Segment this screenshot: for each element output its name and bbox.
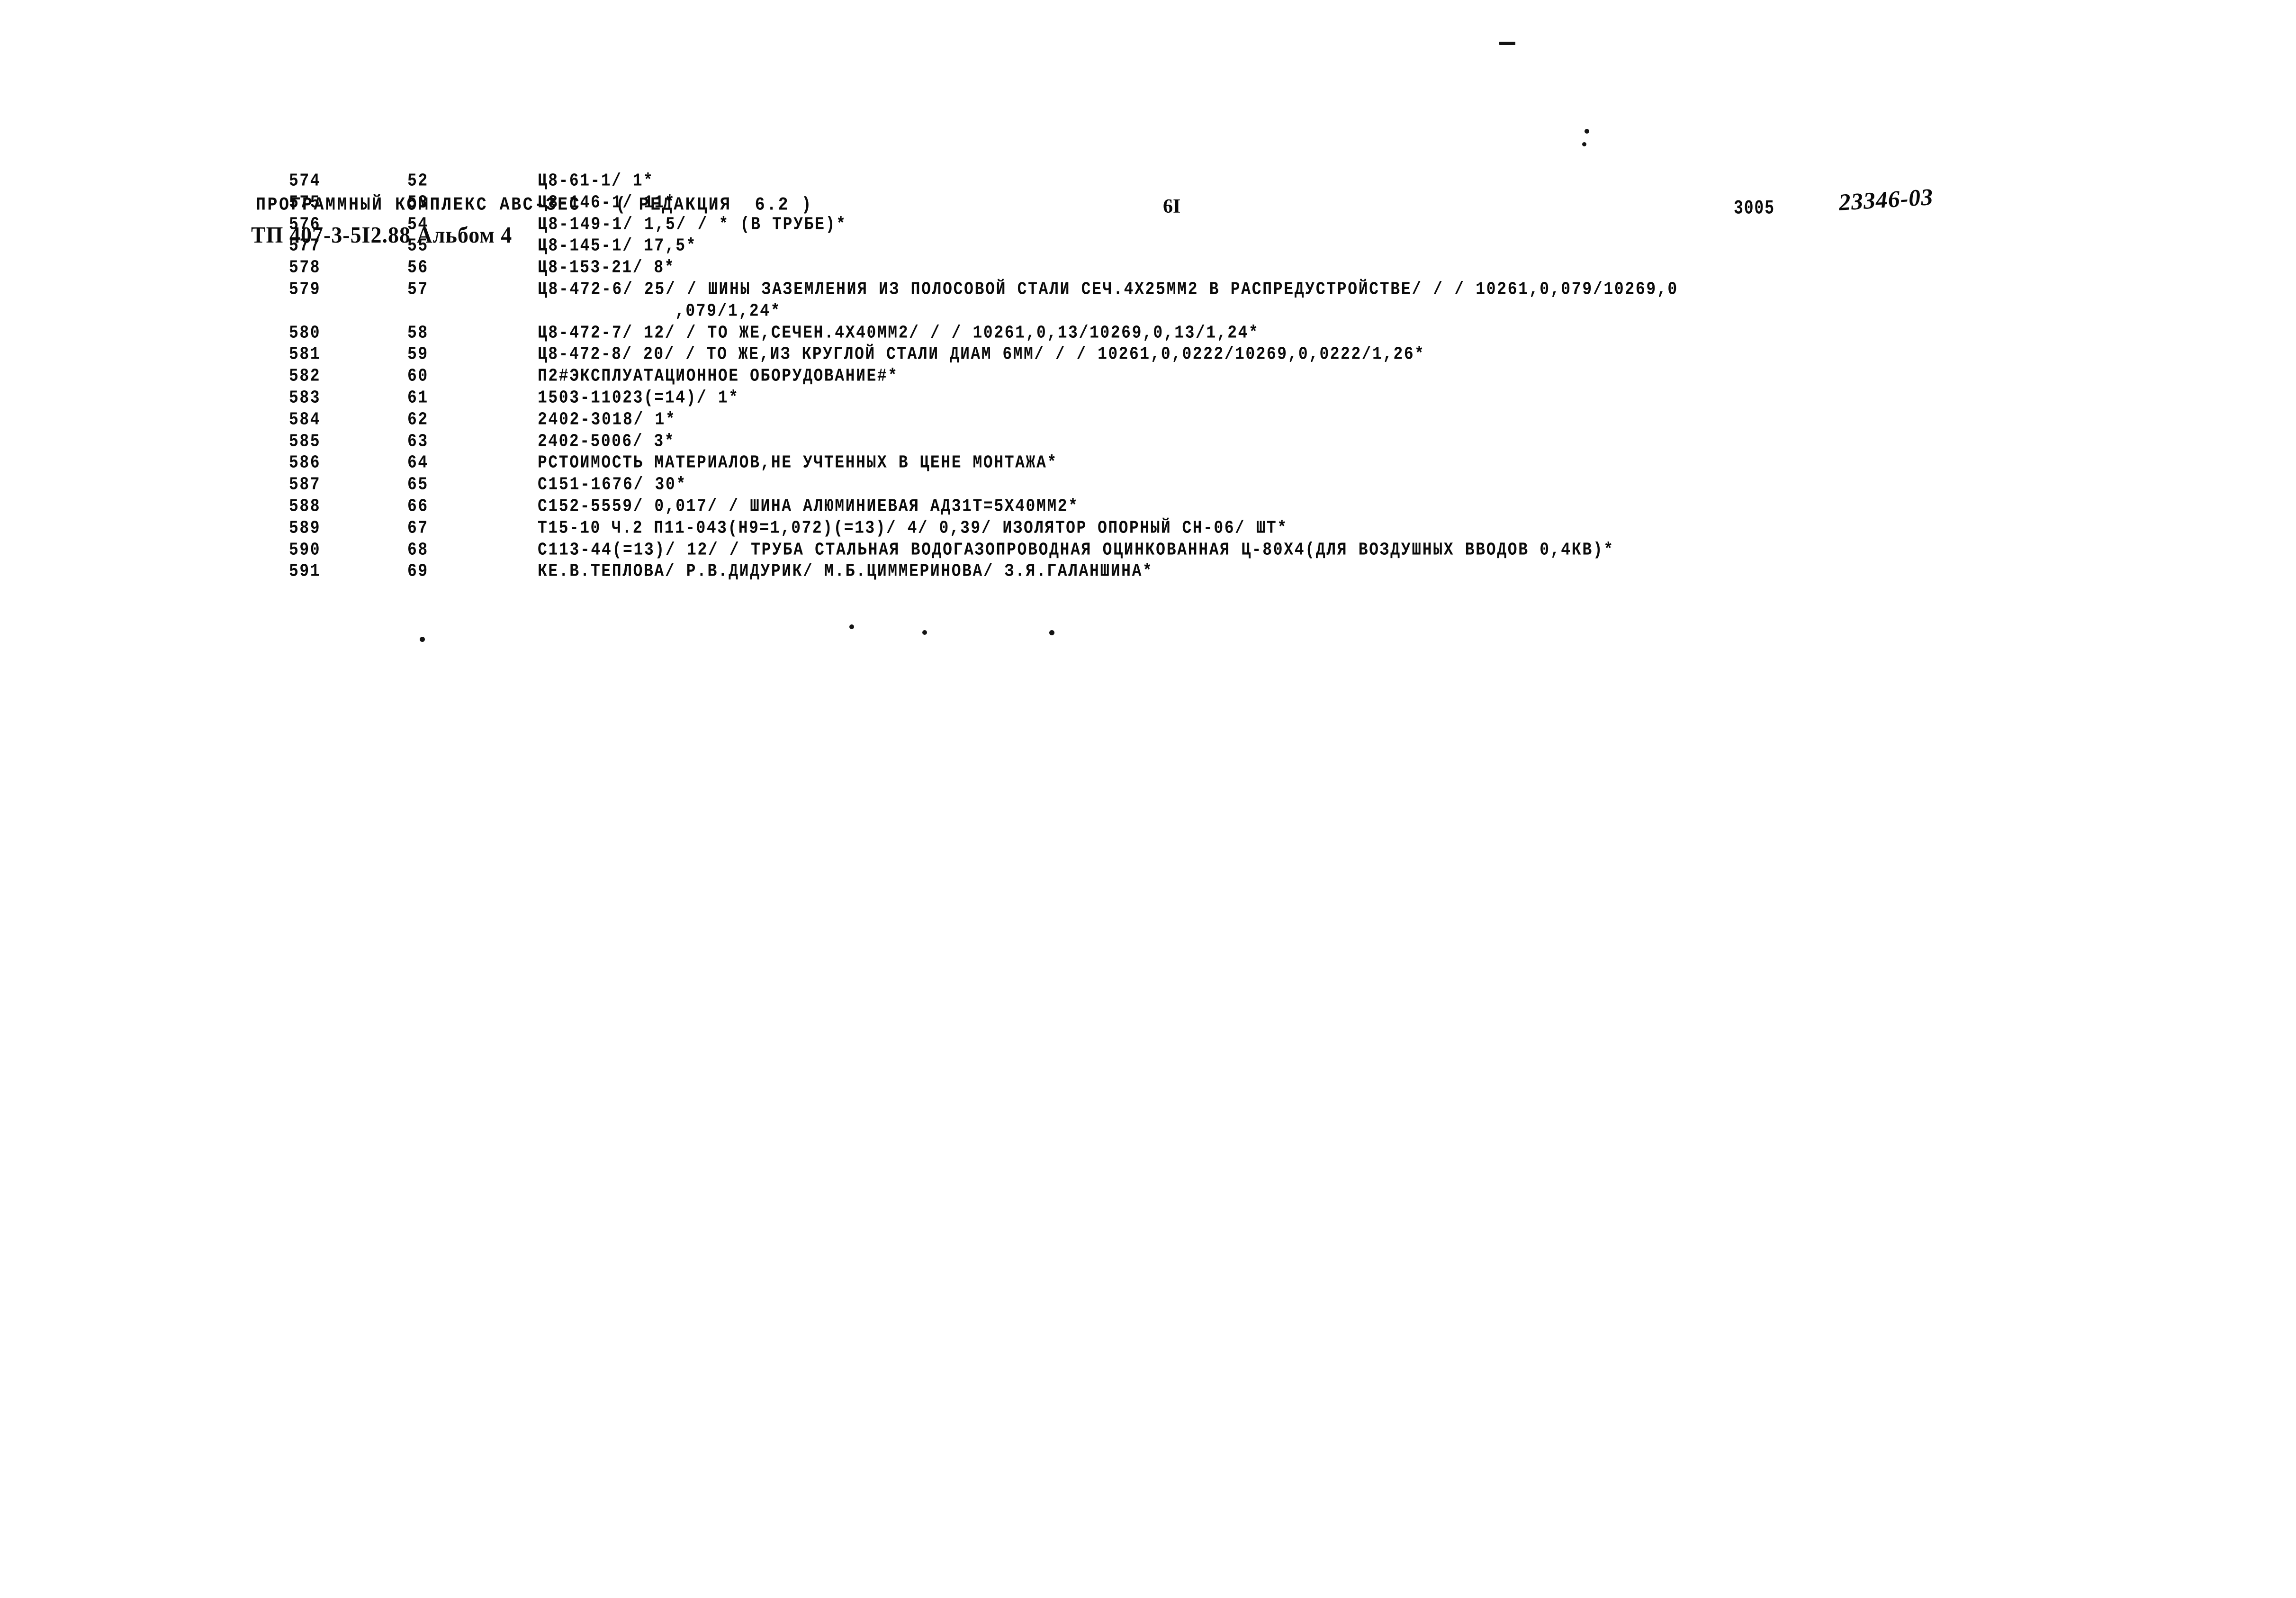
row-body: Ц8-146-1/ 11* <box>538 192 676 213</box>
row-position: 67 <box>407 517 429 538</box>
row-sequence: 575 <box>289 192 321 213</box>
row-sequence: 590 <box>289 539 321 560</box>
row-body: П2#ЭКСПЛУАТАЦИОННОЕ ОБОРУДОВАНИЕ#* <box>538 366 899 387</box>
row-sequence: 585 <box>289 431 321 451</box>
row-position: 63 <box>407 431 429 451</box>
row-body: С152-5559/ 0,017/ / ШИНА АЛЮМИНИЕВАЯ АД3… <box>538 496 1079 516</box>
table-row: 577 55 Ц8-145-1/ 17,5* <box>0 235 2296 257</box>
row-sequence: 591 <box>289 561 321 582</box>
row-position: 61 <box>407 387 429 408</box>
row-position: 53 <box>407 192 429 213</box>
row-sequence: 586 <box>289 452 321 473</box>
row-sequence: 583 <box>289 387 321 408</box>
row-body: Ц8-149-1/ 1,5/ / * (В ТРУБЕ)* <box>538 214 847 235</box>
table-row: 589 67 Т15-10 Ч.2 П11-043(Н9=1,072)(=13)… <box>0 518 2296 540</box>
table-row: 586 64 РСТОИМОСТЬ МАТЕРИАЛОВ,НЕ УЧТЕННЫХ… <box>0 452 2296 474</box>
scan-speck <box>922 630 927 635</box>
row-position: 55 <box>407 235 429 256</box>
row-position: 52 <box>407 171 429 191</box>
table-row: 580 58 Ц8-472-7/ 12/ / ТО ЖЕ,СЕЧЕН.4Х40М… <box>0 323 2296 344</box>
row-position: 64 <box>407 452 429 473</box>
row-body: Ц8-472-6/ 25/ / ШИНЫ ЗАЗЕМЛЕНИЯ ИЗ ПОЛОС… <box>538 279 1678 299</box>
row-body: С151-1676/ 30* <box>538 474 687 495</box>
row-body: КЕ.В.ТЕПЛОВА/ Р.В.ДИДУРИК/ М.Б.ЦИММЕРИНО… <box>538 561 1153 582</box>
scan-speck <box>1499 42 1515 45</box>
row-sequence: 582 <box>289 366 321 387</box>
row-sequence: 577 <box>289 235 321 256</box>
table-row: 587 65 С151-1676/ 30* <box>0 474 2296 496</box>
table-row: 588 66 С152-5559/ 0,017/ / ШИНА АЛЮМИНИЕ… <box>0 496 2296 518</box>
row-body: Ц8-153-21/ 8* <box>538 257 675 278</box>
row-body: Ц8-472-8/ 20/ / ТО ЖЕ,ИЗ КРУГЛОЙ СТАЛИ Д… <box>538 344 1425 365</box>
table-row: 578 56 Ц8-153-21/ 8* <box>0 257 2296 279</box>
table-row: 590 68 С113-44(=13)/ 12/ / ТРУБА СТАЛЬНА… <box>0 540 2296 561</box>
row-body-continuation: ,079/1,24* <box>675 300 782 321</box>
table-row: 591 69 КЕ.В.ТЕПЛОВА/ Р.В.ДИДУРИК/ М.Б.ЦИ… <box>0 561 2296 583</box>
table-row: 585 63 2402-5006/ 3* <box>0 431 2296 453</box>
table-row: 582 60 П2#ЭКСПЛУАТАЦИОННОЕ ОБОРУДОВАНИЕ#… <box>0 366 2296 388</box>
scanned-page: ПРОГРАММНЫЙ КОМПЛЕКС АВС-ЗЕС ( РЕДАКЦИЯ … <box>0 0 2296 1598</box>
scan-speck <box>849 624 854 629</box>
scan-speck <box>1582 142 1586 146</box>
row-sequence: 584 <box>289 409 321 430</box>
row-position: 59 <box>407 344 429 365</box>
table-row: 581 59 Ц8-472-8/ 20/ / ТО ЖЕ,ИЗ КРУГЛОЙ … <box>0 344 2296 366</box>
row-body: Т15-10 Ч.2 П11-043(Н9=1,072)(=13)/ 4/ 0,… <box>538 517 1288 538</box>
row-body: 2402-3018/ 1* <box>538 409 676 430</box>
scan-speck <box>1585 129 1589 134</box>
table-row: 584 62 2402-3018/ 1* <box>0 409 2296 431</box>
row-sequence: 578 <box>289 257 321 278</box>
table-row: 579 57 Ц8-472-6/ 25/ / ШИНЫ ЗАЗЕМЛЕНИЯ И… <box>0 279 2296 301</box>
program-listing-table: 574 52 Ц8-61-1/ 1* 575 53 Ц8-146-1/ 11* … <box>0 171 2296 583</box>
row-position: 68 <box>407 539 429 560</box>
row-body: РСТОИМОСТЬ МАТЕРИАЛОВ,НЕ УЧТЕННЫХ В ЦЕНЕ… <box>538 452 1058 473</box>
table-row: 574 52 Ц8-61-1/ 1* <box>0 171 2296 192</box>
row-position: 56 <box>407 257 429 278</box>
row-position: 62 <box>407 409 429 430</box>
row-position: 66 <box>407 496 429 516</box>
row-sequence: 587 <box>289 474 321 495</box>
table-row: 583 61 1503-11023(=14)/ 1* <box>0 388 2296 409</box>
row-sequence: 581 <box>289 344 321 365</box>
row-sequence: 574 <box>289 171 321 191</box>
scan-speck <box>420 637 425 642</box>
row-position: 58 <box>407 322 429 343</box>
row-position: 54 <box>407 214 429 235</box>
row-sequence: 580 <box>289 322 321 343</box>
row-body: 1503-11023(=14)/ 1* <box>538 387 739 408</box>
page-header: ПРОГРАММНЫЙ КОМПЛЕКС АВС-ЗЕС ( РЕДАКЦИЯ … <box>0 95 2296 248</box>
row-body: Ц8-61-1/ 1* <box>538 171 654 191</box>
row-body: Ц8-472-7/ 12/ / ТО ЖЕ,СЕЧЕН.4Х40ММ2/ / /… <box>538 322 1260 343</box>
row-body: С113-44(=13)/ 12/ / ТРУБА СТАЛЬНАЯ ВОДОГ… <box>538 539 1614 560</box>
row-body: Ц8-145-1/ 17,5* <box>538 235 697 256</box>
row-sequence: 576 <box>289 214 321 235</box>
row-position: 69 <box>407 561 429 582</box>
row-position: 57 <box>407 279 429 299</box>
table-row: 576 54 Ц8-149-1/ 1,5/ / * (В ТРУБЕ)* <box>0 214 2296 236</box>
row-position: 65 <box>407 474 429 495</box>
table-row: 575 53 Ц8-146-1/ 11* <box>0 192 2296 214</box>
row-sequence: 579 <box>289 279 321 299</box>
row-sequence: 588 <box>289 496 321 516</box>
table-row-continuation: ,079/1,24* <box>0 301 2296 323</box>
row-sequence: 589 <box>289 517 321 538</box>
row-position: 60 <box>407 366 429 387</box>
row-body: 2402-5006/ 3* <box>538 431 675 451</box>
scan-speck <box>1049 630 1054 635</box>
